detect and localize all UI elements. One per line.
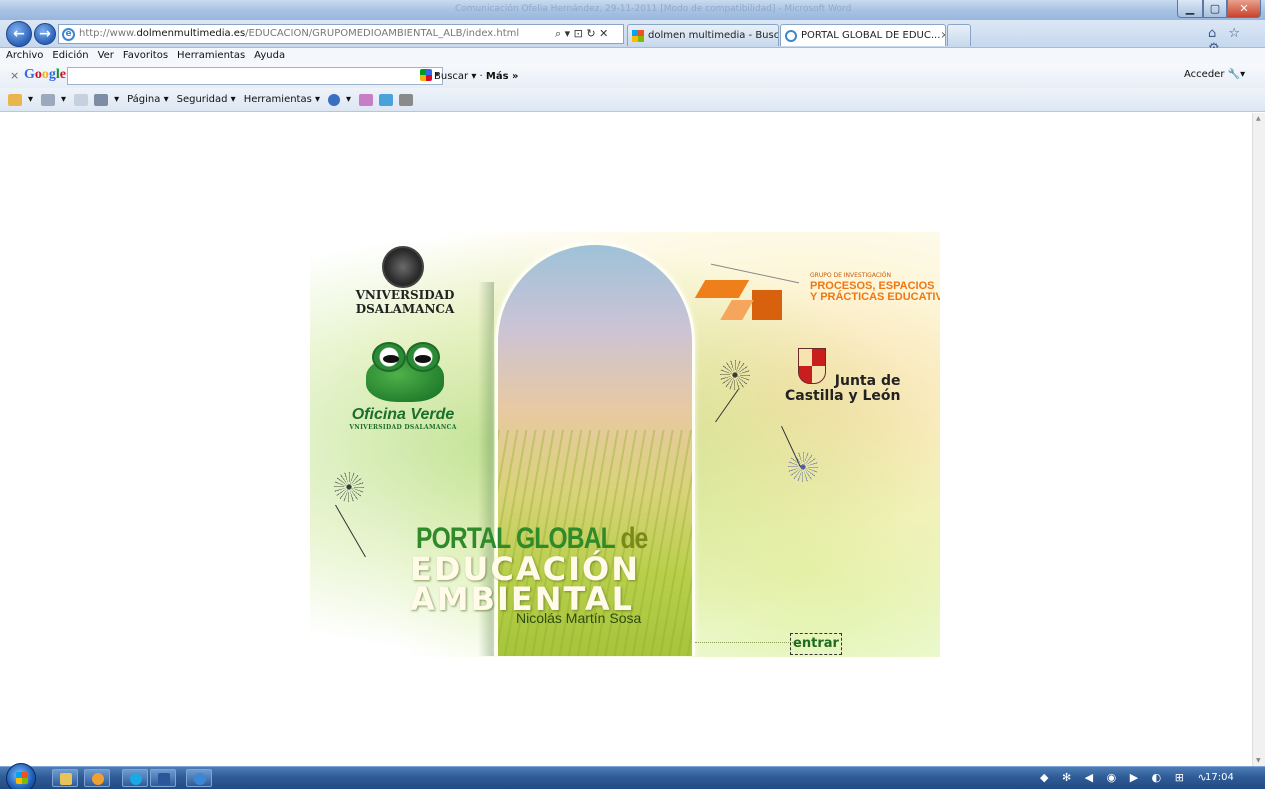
seguridad-menu[interactable]: Seguridad ▾ bbox=[177, 94, 236, 105]
google-search-icon bbox=[420, 69, 432, 81]
address-url[interactable]: http://www.dolmenmultimedia.es/EDUCACION… bbox=[79, 28, 519, 39]
ie-tab-icon bbox=[785, 29, 797, 42]
portal-author: Nicolás Martín Sosa bbox=[516, 610, 642, 626]
scroll-down-icon[interactable]: ▼ bbox=[1256, 757, 1261, 764]
portal-title-line2: EDUCACIÓN AMBIENTAL bbox=[410, 550, 641, 618]
scroll-up-icon[interactable]: ▲ bbox=[1256, 115, 1261, 122]
google-search-input[interactable]: ▾ bbox=[67, 67, 443, 85]
maximize-button[interactable]: ▢ bbox=[1203, 0, 1227, 18]
university-seal-icon bbox=[382, 246, 424, 288]
mas-button[interactable]: Más » bbox=[486, 71, 519, 82]
print-icon[interactable] bbox=[94, 93, 109, 106]
tab-portal-global[interactable]: PORTAL GLOBAL DE EDUC... × bbox=[780, 24, 946, 46]
command-bar: ▾ ▾ ▾ Página ▾ Seguridad ▾ Herramientas … bbox=[0, 88, 1265, 112]
feeds-icon[interactable] bbox=[41, 93, 56, 106]
menu-ver[interactable]: Ver bbox=[98, 48, 114, 64]
messenger-icon[interactable] bbox=[379, 93, 394, 106]
windows-taskbar: ◆ ✻ ◀ ◉ ▶ ◐ ⊞ ∿ 17:04 bbox=[0, 763, 1265, 789]
taskbar-skype-button[interactable] bbox=[122, 769, 148, 787]
minimize-button[interactable]: ▁ bbox=[1177, 0, 1203, 18]
address-controls[interactable]: ⌕ ▾ ⊡ ↻ ✕ bbox=[555, 27, 608, 41]
pagina-menu[interactable]: Página ▾ bbox=[127, 94, 169, 105]
plant-stem-left bbox=[335, 504, 366, 558]
oficina-verde-subtitle: VNIVERSIDAD DSALAMANCA bbox=[349, 424, 457, 431]
research-group-logo-icon bbox=[694, 263, 800, 328]
taskbar-word-button[interactable] bbox=[150, 769, 176, 787]
menu-bar: Archivo Edición Ver Favoritos Herramient… bbox=[0, 48, 1265, 64]
window-title: Comunicación Ofelia Hernández, 29-11-201… bbox=[455, 4, 852, 14]
menu-ayuda[interactable]: Ayuda bbox=[254, 48, 285, 64]
close-window-button[interactable]: ✕ bbox=[1227, 0, 1261, 18]
tab-close-icon[interactable]: × bbox=[940, 30, 945, 41]
tab-dolmen-search[interactable]: dolmen multimedia - Buscar c... bbox=[627, 24, 779, 46]
tab-label: dolmen multimedia - Buscar c... bbox=[648, 30, 779, 41]
tab-label: PORTAL GLOBAL DE EDUC... bbox=[801, 30, 941, 41]
ie-page-icon: e bbox=[62, 28, 75, 41]
entrar-button[interactable]: entrar bbox=[790, 633, 842, 655]
windows-logo-icon bbox=[16, 772, 28, 784]
frog-logo-icon bbox=[362, 342, 448, 404]
research-group-label: GRUPO DE INVESTIGACIÓN bbox=[810, 272, 891, 279]
google-logo: Google bbox=[24, 67, 66, 82]
plant-tuft-left-icon bbox=[334, 472, 364, 502]
bing-icon bbox=[632, 29, 644, 42]
plant-tuft-blue-icon bbox=[788, 452, 818, 482]
google-toolbar: × Google ▾ Buscar ▾ · Más » Acceder 🔧▾ bbox=[0, 64, 1265, 88]
university-name: VNIVERSIDAD DSALAMANCA bbox=[355, 288, 455, 316]
back-button[interactable]: ← bbox=[6, 21, 32, 47]
herramientas-menu[interactable]: Herramientas ▾ bbox=[244, 94, 320, 105]
research-group-name: PROCESOS, ESPACIOS Y PRÁCTICAS EDUCATIVA… bbox=[810, 280, 940, 303]
taskbar-ie-button[interactable] bbox=[186, 769, 212, 787]
plant-tuft-right-icon bbox=[720, 360, 750, 390]
system-tray-icons[interactable]: ◆ ✻ ◀ ◉ ▶ ◐ ⊞ ∿ bbox=[1040, 771, 1212, 784]
vertical-scrollbar[interactable]: ▲ ▼ bbox=[1252, 113, 1265, 766]
mail-icon[interactable] bbox=[74, 93, 89, 106]
home-icon[interactable] bbox=[8, 93, 22, 106]
portal-intro-banner: VNIVERSIDAD DSALAMANCA Oficina Verde VNI… bbox=[310, 232, 940, 657]
new-tab-button[interactable] bbox=[947, 24, 971, 46]
entrar-divider bbox=[695, 642, 793, 643]
forward-button[interactable]: → bbox=[34, 23, 56, 45]
navigation-bar: ← → e http://www.dolmenmultimedia.es/EDU… bbox=[0, 20, 1265, 56]
feeds-dropdown-icon[interactable]: ▾ bbox=[61, 94, 66, 105]
plant-stem-right bbox=[715, 388, 739, 423]
oficina-verde-title: Oficina Verde bbox=[351, 406, 455, 423]
print-dropdown-icon[interactable]: ▾ bbox=[114, 94, 119, 105]
address-bar[interactable]: e http://www.dolmenmultimedia.es/EDUCACI… bbox=[58, 24, 624, 44]
taskbar-clock[interactable]: 17:04 bbox=[1205, 772, 1234, 783]
taskbar-explorer-button[interactable] bbox=[52, 769, 78, 787]
menu-favoritos[interactable]: Favoritos bbox=[123, 48, 168, 64]
close-toolbar-icon[interactable]: × bbox=[10, 69, 19, 82]
menu-archivo[interactable]: Archivo bbox=[6, 48, 43, 64]
start-button[interactable] bbox=[6, 763, 36, 789]
acceder-button[interactable]: Acceder 🔧▾ bbox=[1184, 69, 1245, 80]
google-buscar-button[interactable]: Buscar ▾ · Más » bbox=[420, 69, 518, 82]
taskbar-outlook-button[interactable] bbox=[84, 769, 110, 787]
menu-herramientas[interactable]: Herramientas bbox=[177, 48, 245, 64]
help-dropdown-icon[interactable]: ▾ bbox=[346, 94, 351, 105]
window-title-bar: Comunicación Ofelia Hernández, 29-11-201… bbox=[0, 0, 1265, 20]
research-icon[interactable] bbox=[359, 93, 374, 106]
junta-castilla-leon-logo: Junta de Castilla y León bbox=[785, 373, 901, 404]
menu-edicion[interactable]: Edición bbox=[52, 48, 88, 64]
help-icon[interactable] bbox=[328, 93, 341, 106]
home-dropdown-icon[interactable]: ▾ bbox=[28, 94, 33, 105]
extras-icon[interactable] bbox=[399, 93, 414, 106]
